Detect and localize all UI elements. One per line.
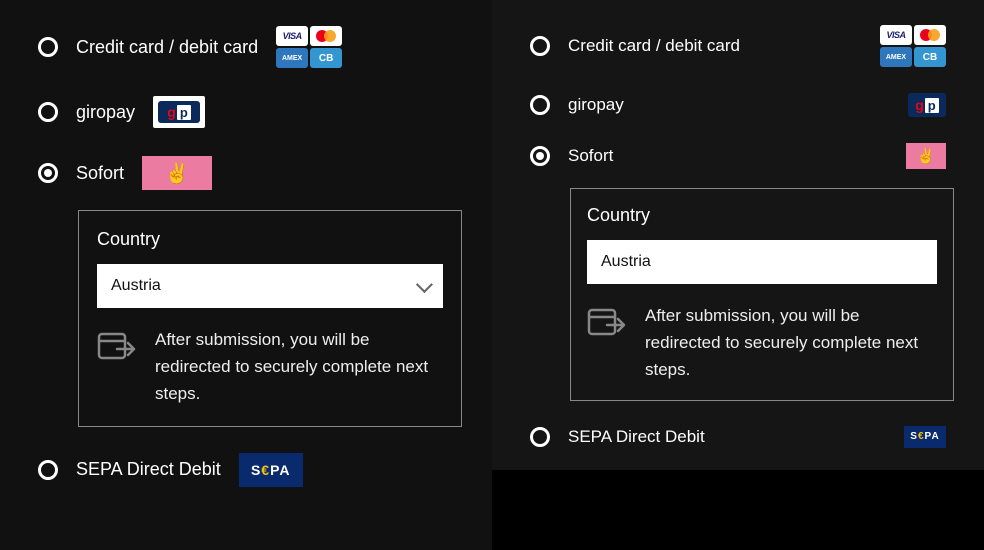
cb-icon: CB bbox=[914, 47, 946, 67]
amex-icon: AMEX bbox=[880, 47, 912, 67]
option-card[interactable]: Credit card / debit card VISA AMEX CB bbox=[522, 12, 954, 80]
visa-icon: VISA bbox=[880, 25, 912, 45]
redirect-icon bbox=[587, 308, 627, 342]
country-select[interactable]: Austria bbox=[97, 264, 443, 308]
option-sepa[interactable]: SEPA Direct Debit S€PA bbox=[30, 439, 462, 501]
option-sofort-label: Sofort bbox=[76, 163, 124, 184]
sofort-icon: ✌ bbox=[142, 156, 212, 190]
giropay-icon: g p bbox=[908, 93, 946, 117]
option-sepa[interactable]: SEPA Direct Debit S€PA bbox=[522, 413, 954, 461]
country-select[interactable]: Austria bbox=[587, 240, 937, 284]
radio-giropay[interactable] bbox=[38, 102, 58, 122]
option-giropay-label: giropay bbox=[76, 102, 135, 123]
option-card[interactable]: Credit card / debit card VISA AMEX CB bbox=[30, 12, 462, 82]
sofort-details: Country Austria After submission, you wi… bbox=[570, 188, 954, 401]
option-sepa-label: SEPA Direct Debit bbox=[76, 459, 221, 480]
payment-method-panel-left: Credit card / debit card VISA AMEX CB gi… bbox=[0, 0, 492, 550]
visa-icon: VISA bbox=[276, 26, 308, 46]
sofort-details: Country Austria After submission, you wi… bbox=[78, 210, 462, 427]
redirect-hint: After submission, you will be redirected… bbox=[155, 326, 443, 408]
amex-icon: AMEX bbox=[276, 48, 308, 68]
option-sepa-label: SEPA Direct Debit bbox=[568, 427, 705, 447]
option-giropay[interactable]: giropay g p bbox=[30, 82, 462, 142]
radio-sepa[interactable] bbox=[38, 460, 58, 480]
radio-giropay[interactable] bbox=[530, 95, 550, 115]
radio-card[interactable] bbox=[530, 36, 550, 56]
card-brand-icons: VISA AMEX CB bbox=[276, 26, 342, 68]
chevron-down-icon bbox=[416, 276, 433, 293]
payment-method-panel-right: Credit card / debit card VISA AMEX CB gi… bbox=[492, 0, 984, 550]
bottom-strip bbox=[492, 470, 984, 550]
country-selected-value: Austria bbox=[601, 253, 651, 271]
giropay-icon: g p bbox=[153, 96, 205, 128]
option-sofort[interactable]: Sofort ✌ bbox=[522, 130, 954, 182]
redirect-hint: After submission, you will be redirected… bbox=[645, 302, 937, 384]
option-sofort-label: Sofort bbox=[568, 146, 613, 166]
country-selected-value: Austria bbox=[111, 277, 161, 295]
sepa-icon: S€PA bbox=[904, 426, 946, 448]
country-label: Country bbox=[587, 205, 937, 226]
cb-icon: CB bbox=[310, 48, 342, 68]
redirect-icon bbox=[97, 332, 137, 366]
option-giropay[interactable]: giropay g p bbox=[522, 80, 954, 130]
option-sofort[interactable]: Sofort ✌ bbox=[30, 142, 462, 204]
option-giropay-label: giropay bbox=[568, 95, 624, 115]
radio-sofort[interactable] bbox=[38, 163, 58, 183]
country-label: Country bbox=[97, 229, 443, 250]
mastercard-icon bbox=[914, 25, 946, 45]
radio-sepa[interactable] bbox=[530, 427, 550, 447]
radio-card[interactable] bbox=[38, 37, 58, 57]
card-brand-icons: VISA AMEX CB bbox=[880, 25, 946, 67]
option-card-label: Credit card / debit card bbox=[568, 36, 740, 56]
option-card-label: Credit card / debit card bbox=[76, 37, 258, 58]
sepa-icon: S€PA bbox=[239, 453, 303, 487]
mastercard-icon bbox=[310, 26, 342, 46]
sofort-icon: ✌ bbox=[906, 143, 946, 169]
radio-sofort[interactable] bbox=[530, 146, 550, 166]
